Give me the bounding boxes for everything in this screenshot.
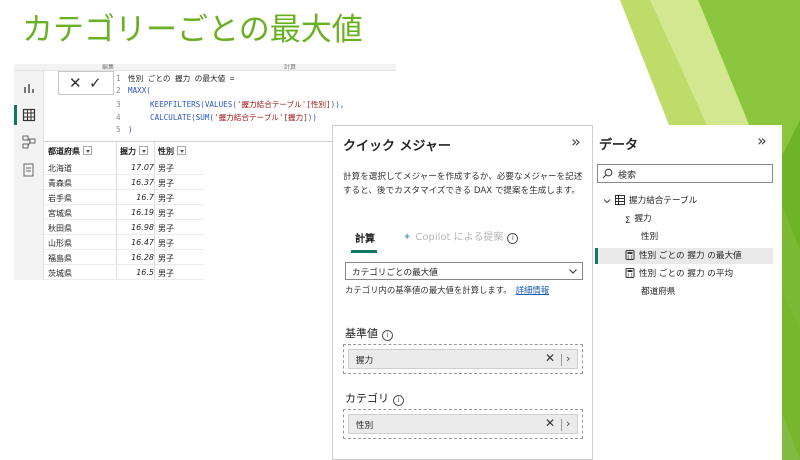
formula-line: 2 MAXX( <box>116 86 151 98</box>
ribbon-fragment: 計算 <box>284 64 297 71</box>
quick-measure-title: クイック メジャー <box>343 139 451 154</box>
formula-tail: )) <box>307 113 317 122</box>
table-row[interactable]: 岩手県 16.7 男子 <box>44 190 204 205</box>
info-icon[interactable]: i <box>393 395 404 406</box>
search-placeholder: 検索 <box>618 171 637 181</box>
pill-separator <box>561 419 562 431</box>
line-number: 5 <box>116 125 121 134</box>
tab-copilot-label: Copilot による提案 <box>415 232 504 243</box>
measure-avg-by-sex[interactable]: 性別 ごとの 握力 の平均 <box>625 266 733 282</box>
field-grip[interactable]: Σ 握力 <box>625 211 652 227</box>
formula-function: KEEPFILTERS(VALUES( <box>150 100 237 109</box>
table-row[interactable]: 山形県 16.47 男子 <box>44 235 204 250</box>
base-value-field-pill[interactable]: 握力 ✕ › <box>348 349 578 369</box>
dax-query-view-icon[interactable] <box>22 163 36 177</box>
formula-text: ) <box>128 125 133 134</box>
table-row[interactable]: 秋田県 16.98 男子 <box>44 220 204 235</box>
measure-max-by-sex[interactable]: 性別 ごとの 握力 の最大値 <box>598 248 773 264</box>
formula-column-ref: '握力結合テーブル'[性別] <box>236 100 331 109</box>
table-icon <box>615 195 625 205</box>
table-name: 握力結合テーブル <box>629 196 698 206</box>
table-row[interactable]: 青森県 16.37 男子 <box>44 175 204 190</box>
data-search-input[interactable]: 検索 <box>597 164 773 183</box>
table-row[interactable]: 北海道 17.07 男子 <box>44 160 204 175</box>
formula-tail: )), <box>330 100 345 109</box>
calculation-select-value: カテゴリごとの最大値 <box>352 268 438 278</box>
field-options-chevron-icon[interactable]: › <box>566 417 570 430</box>
base-value-label: 基準値 i <box>345 325 393 341</box>
active-tab-underline <box>351 250 377 253</box>
category-field: 性別 <box>356 421 374 431</box>
copilot-sparkle-icon: ✦ <box>403 232 412 243</box>
chevron-down-icon[interactable] <box>603 197 611 205</box>
calculator-icon <box>625 250 635 260</box>
category-label: カテゴリ i <box>345 390 404 406</box>
quick-measure-description: 計算を選択してメジャーを作成するか、必要なメジャーを記述すると、後でカスタマイズ… <box>343 172 583 196</box>
data-pane-title: データ <box>599 138 639 153</box>
collapse-data-pane-button[interactable]: » <box>757 131 767 150</box>
line-number: 2 <box>116 86 121 95</box>
column-header-grip[interactable]: 握力 <box>120 146 148 160</box>
category-well[interactable]: 性別 ✕ › <box>343 409 583 439</box>
formula-text: 性別 ごとの 握力 の最大値 = <box>128 74 235 83</box>
formula-bar-actions: ✕ ✓ <box>58 71 114 95</box>
slide-title: カテゴリーごとの最大値 <box>22 12 363 48</box>
category-field-pill[interactable]: 性別 ✕ › <box>348 414 578 434</box>
quick-measure-pane: クイック メジャー » 計算を選択してメジャーを作成するか、必要なメジャーを記述… <box>332 125 592 460</box>
line-number: 1 <box>116 74 121 83</box>
data-pane: データ » 検索 握力結合テーブル Σ 握力 性別 性別 ごとの 握力 の最大値 … <box>592 125 782 460</box>
line-number: 4 <box>116 113 121 122</box>
field-sex[interactable]: 性別 <box>641 229 658 245</box>
tab-copilot-suggestions[interactable]: ✦ Copilot による提案 i <box>403 228 519 244</box>
details-link[interactable]: 詳細情報 <box>516 285 550 295</box>
table-row[interactable]: 福島県 16.28 男子 <box>44 250 204 265</box>
info-icon[interactable]: i <box>507 233 519 244</box>
active-view-indicator <box>14 105 17 125</box>
model-view-icon[interactable] <box>22 135 36 149</box>
report-view-icon[interactable] <box>22 81 36 95</box>
filter-dropdown-icon[interactable] <box>83 146 92 155</box>
filter-dropdown-icon[interactable] <box>139 146 148 155</box>
line-number: 3 <box>116 100 121 109</box>
table-row[interactable]: 茨城県 16.5 男子 <box>44 265 204 280</box>
chevron-down-icon <box>569 269 577 274</box>
sum-icon: Σ <box>625 216 631 226</box>
column-header-sex[interactable]: 性別 <box>158 146 186 160</box>
formula-line: 3 KEEPFILTERS(VALUES('握力結合テーブル'[性別])), <box>116 99 344 111</box>
remove-field-button[interactable]: ✕ <box>545 351 555 365</box>
calculation-select[interactable]: カテゴリごとの最大値 <box>345 262 583 280</box>
table-view-icon[interactable] <box>22 108 36 122</box>
view-rail <box>14 71 44 280</box>
pill-separator <box>561 354 562 366</box>
base-value-field: 握力 <box>356 356 374 366</box>
formula-function: CALCULATE(SUM( <box>150 113 215 122</box>
field-options-chevron-icon[interactable]: › <box>566 352 570 365</box>
formula-line: 5) <box>116 125 133 137</box>
calculator-icon <box>625 268 635 278</box>
commit-formula-button[interactable]: ✓ <box>89 74 102 92</box>
formula-line: 1 性別 ごとの 握力 の最大値 = <box>116 73 234 85</box>
info-icon[interactable]: i <box>382 330 393 341</box>
formula-line: 4 CALCULATE(SUM('握力結合テーブル'[握力])) <box>116 112 317 124</box>
base-value-well[interactable]: 握力 ✕ › <box>343 344 583 374</box>
formula-column-ref: '握力結合テーブル'[握力] <box>214 113 308 122</box>
search-icon <box>602 168 613 179</box>
ribbon-strip: 編集 計算 <box>14 64 396 71</box>
formula-text: MAXX( <box>128 86 151 95</box>
collapse-quick-measure-button[interactable]: » <box>571 132 581 151</box>
remove-field-button[interactable]: ✕ <box>545 416 555 430</box>
calculation-description: カテゴリ内の基準値の最大値を計算します。 詳細情報 <box>345 285 550 295</box>
filter-dropdown-icon[interactable] <box>177 146 186 155</box>
field-prefecture[interactable]: 都道府県 <box>641 284 675 300</box>
tab-calculation[interactable]: 計算 <box>355 230 375 245</box>
column-header-prefecture[interactable]: 都道府県 <box>48 146 92 160</box>
table-row[interactable]: 宮城県 16.19 男子 <box>44 205 204 220</box>
cancel-formula-button[interactable]: ✕ <box>69 74 82 92</box>
table-node[interactable]: 握力結合テーブル <box>603 193 697 209</box>
ribbon-fragment: 編集 <box>102 64 115 71</box>
